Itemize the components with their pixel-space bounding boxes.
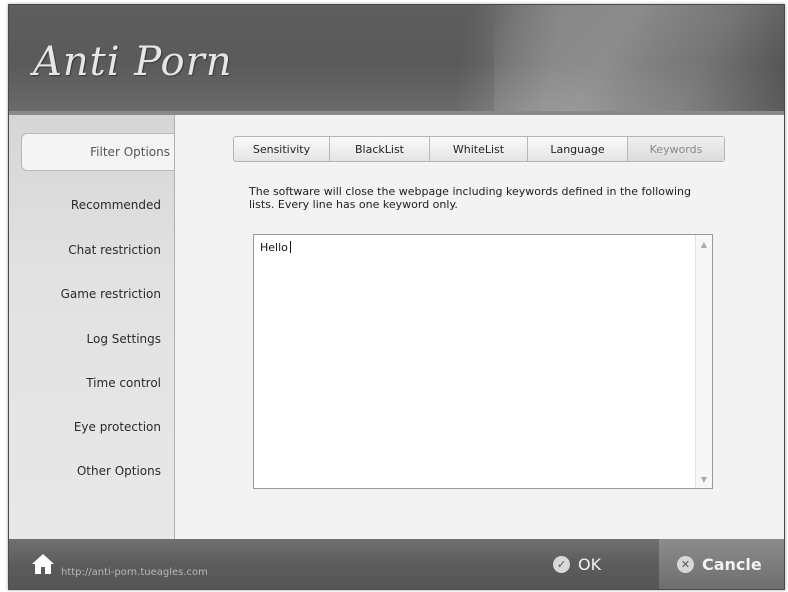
website-url-link[interactable]: http://anti-porn.tueagles.com — [61, 567, 208, 578]
chevron-up-icon[interactable]: ▲ — [696, 237, 712, 251]
home-icon[interactable] — [31, 553, 55, 575]
sidebar-item-eye-protection[interactable]: Eye protection — [9, 408, 165, 446]
tab-language[interactable]: Language — [528, 137, 628, 161]
sidebar-item-game-restriction[interactable]: Game restriction — [9, 275, 165, 313]
app-title: Anti Porn — [33, 39, 233, 85]
cancel-button[interactable]: ✕ Cancle — [677, 549, 762, 579]
main-panel: Sensitivity BlackList WhiteList Language… — [175, 115, 784, 539]
sidebar-item-other-options[interactable]: Other Options — [9, 452, 165, 490]
sidebar-item-recommended[interactable]: Recommended — [9, 186, 165, 224]
ok-label: OK — [578, 554, 602, 574]
title-bar: Anti Porn — [9, 5, 784, 111]
tab-keywords[interactable]: Keywords — [628, 137, 724, 161]
sidebar-item-time-control[interactable]: Time control — [9, 364, 165, 402]
keywords-value: Hello — [260, 241, 288, 254]
tab-bar: Sensitivity BlackList WhiteList Language… — [233, 136, 725, 162]
sidebar: Filter Options Recommended Chat restrict… — [9, 115, 175, 539]
sidebar-item-filter-options[interactable]: Filter Options — [21, 133, 174, 171]
close-circle-icon: ✕ — [677, 555, 694, 573]
ok-button[interactable]: ✓ OK — [553, 549, 601, 579]
footer-bar: http://anti-porn.tueagles.com ✓ OK ✕ Can… — [9, 539, 784, 589]
app-window: Anti Porn Filter Options Recommended Cha… — [8, 4, 785, 590]
sidebar-item-chat-restriction[interactable]: Chat restriction — [9, 231, 165, 269]
chevron-down-icon[interactable]: ▼ — [696, 472, 712, 486]
check-circle-icon: ✓ — [553, 555, 570, 573]
tab-blacklist[interactable]: BlackList — [330, 137, 430, 161]
tab-whitelist[interactable]: WhiteList — [430, 137, 528, 161]
keywords-textarea[interactable]: Hello ▲ ▼ — [253, 234, 713, 489]
keywords-text: Hello — [260, 241, 291, 254]
tab-sensitivity[interactable]: Sensitivity — [234, 137, 330, 161]
cancel-label: Cancle — [702, 554, 762, 574]
vertical-scrollbar[interactable]: ▲ ▼ — [695, 235, 712, 488]
text-caret — [289, 241, 291, 253]
keywords-description: The software will close the webpage incl… — [249, 185, 691, 211]
sidebar-item-log-settings[interactable]: Log Settings — [9, 320, 165, 358]
